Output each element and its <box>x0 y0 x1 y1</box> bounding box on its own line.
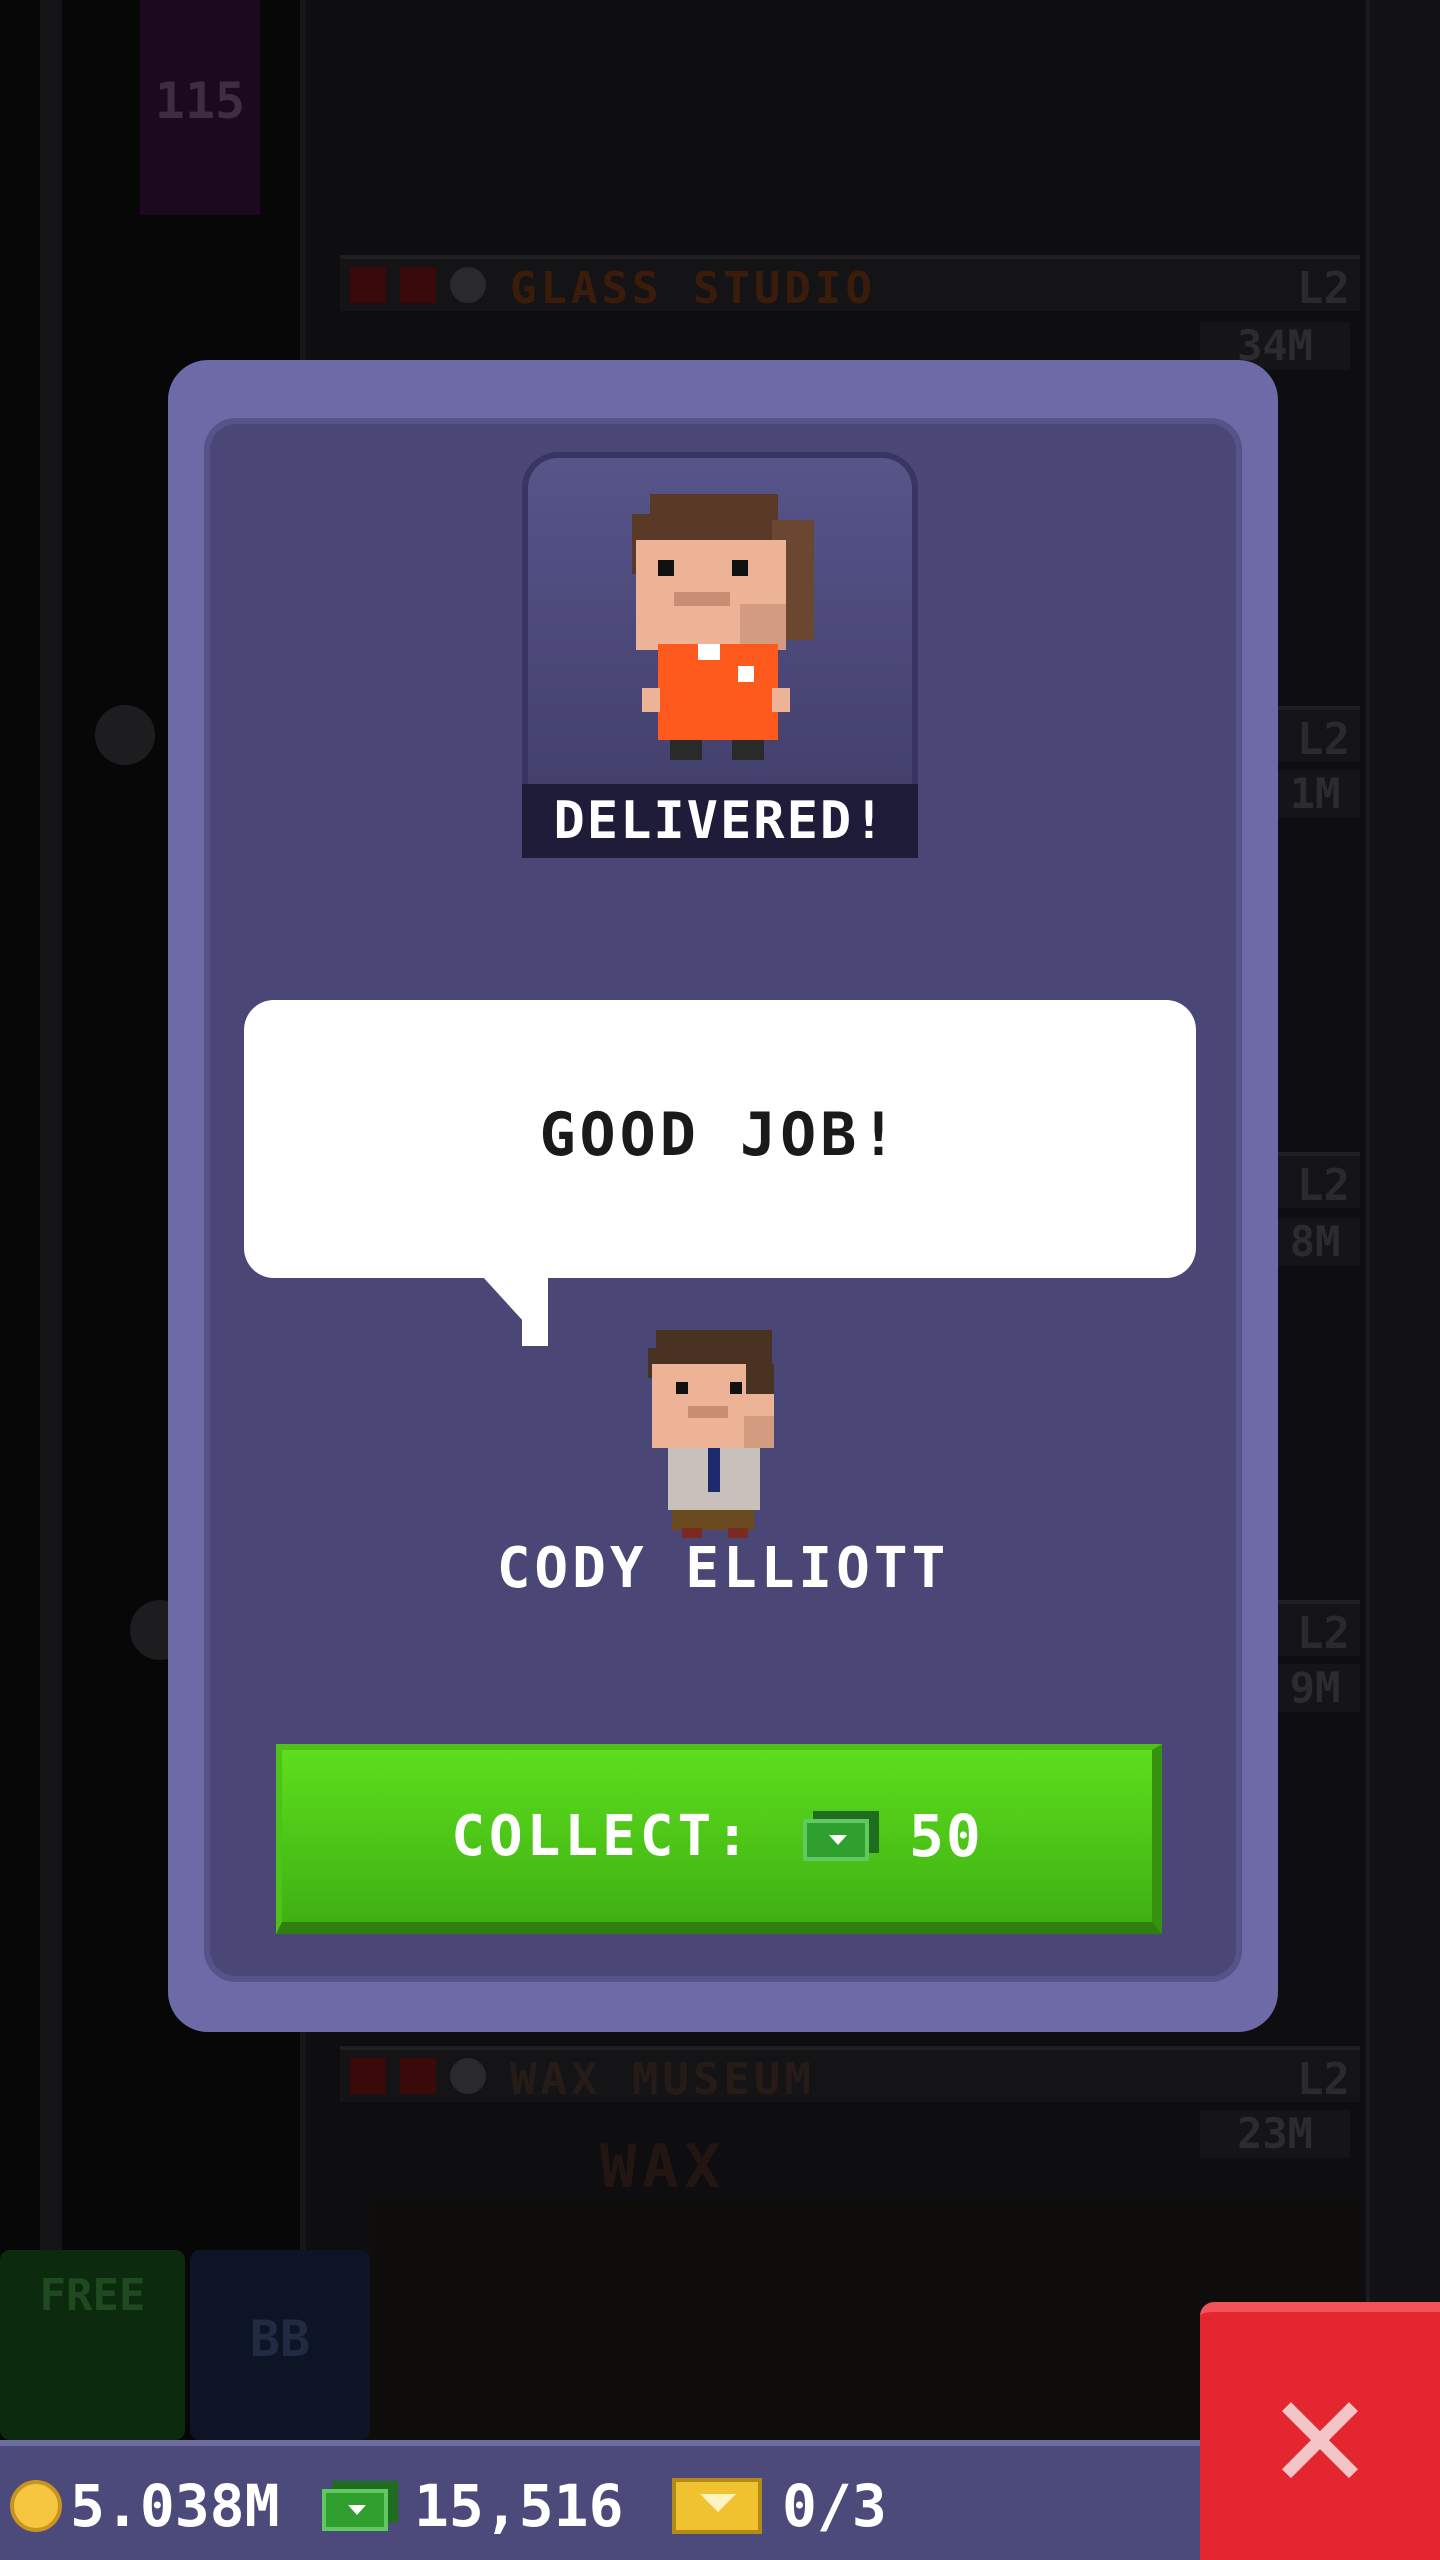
floor-level: L2 <box>1297 1160 1350 1211</box>
floor-tag: 9M <box>1270 1664 1360 1712</box>
customer-name: CODY ELLIOTT <box>496 1536 950 1601</box>
customer-avatar <box>646 1330 782 1538</box>
speech-bubble-tail-stem <box>522 1276 548 1346</box>
floor-level: L2 <box>1297 263 1350 314</box>
floor-tag: 1M <box>1270 770 1360 818</box>
elevator-shaft <box>40 0 62 2450</box>
floor-level: L2 <box>1297 2054 1350 2105</box>
coin-icon <box>10 2480 62 2532</box>
right-rail <box>1370 0 1440 2450</box>
bux-counter[interactable]: 15,516 <box>322 2472 624 2540</box>
floor-header-wax-museum[interactable]: WAX MUSEUM L2 <box>340 2046 1360 2105</box>
delivered-status-label: DELIVERED! <box>522 784 918 858</box>
cross-icon <box>350 2058 386 2094</box>
bux-value: 15,516 <box>414 2472 624 2540</box>
tickets-counter[interactable]: 0/3 <box>672 2472 887 2540</box>
tickets-value: 0/3 <box>782 2472 887 2540</box>
speech-text: GOOD JOB! <box>539 1100 901 1170</box>
delivered-worker-avatar <box>622 494 818 766</box>
floor-tag: 23M <box>1200 2110 1350 2158</box>
close-button[interactable]: ✕ <box>1200 2302 1440 2560</box>
free-bux-button[interactable]: FREE <box>0 2250 185 2440</box>
free-label: FREE <box>39 2270 146 2321</box>
collect-label: COLLECT: <box>451 1803 753 1869</box>
floor-level: L2 <box>1297 714 1350 765</box>
star-icon <box>95 705 155 765</box>
floor-header-glass-studio[interactable]: GLASS STUDIO L2 <box>340 255 1360 314</box>
collect-button[interactable]: COLLECT: 50 <box>276 1744 1162 1934</box>
floor-name: WAX MUSEUM <box>510 2054 815 2105</box>
close-icon: ✕ <box>1271 2338 1369 2525</box>
bb-button[interactable]: BB <box>190 2250 370 2440</box>
cross-icon <box>400 2058 436 2094</box>
coins-counter[interactable]: 5.038M <box>10 2472 280 2540</box>
elevator-floor-number: 115 <box>154 72 246 130</box>
vip-ticket-icon <box>672 2478 762 2534</box>
clock-icon <box>450 267 486 303</box>
floor-level: L2 <box>1297 1608 1350 1659</box>
clock-icon <box>450 2058 486 2094</box>
bb-label: BB <box>249 2310 311 2368</box>
wax-sign: WAX <box>600 2132 727 2202</box>
collect-amount: 50 <box>908 1802 983 1870</box>
floor-tag: 8M <box>1270 1218 1360 1266</box>
tower-bux-icon <box>322 2481 398 2531</box>
tower-bux-icon <box>802 1811 879 1861</box>
coins-value: 5.038M <box>70 2472 280 2540</box>
cross-icon <box>400 267 436 303</box>
floor-name: GLASS STUDIO <box>510 263 876 314</box>
cross-icon <box>350 267 386 303</box>
